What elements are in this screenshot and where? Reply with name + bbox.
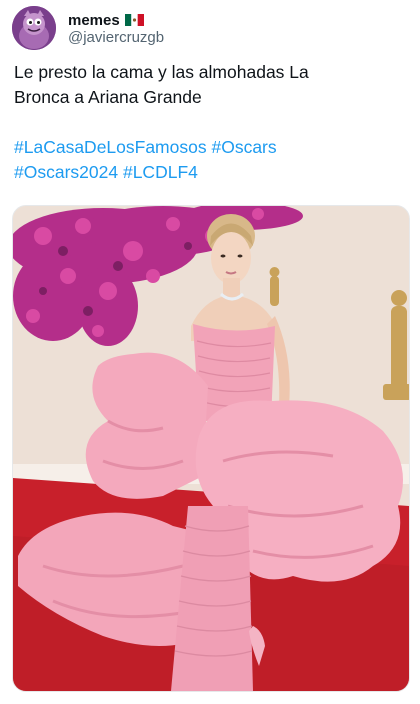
cartoon-avatar-icon [12,6,56,50]
tweet-text-line: Le presto la cama y las almohadas La [14,62,309,82]
tweet-text: Le presto la cama y las almohadas La Bro… [14,60,410,185]
author-name[interactable]: memes [68,12,120,29]
avatar[interactable] [12,6,56,50]
hashtag-line: #Oscars2024 #LCDLF4 [14,160,410,185]
tweet-media-photo[interactable] [12,205,410,692]
pink-gown-photo [13,206,409,691]
hashtag-line: #LaCasaDeLosFamosos #Oscars [14,135,410,160]
hashtag-link[interactable]: #Oscars [211,137,276,157]
author-name-row: memes [68,10,144,30]
mexico-flag-icon [124,14,144,26]
hashtag-link[interactable]: #LaCasaDeLosFamosos [14,137,207,157]
hashtag-link[interactable]: #LCDLF4 [123,162,198,182]
author-handle[interactable]: @javiercruzgb [68,29,164,46]
hashtag-link[interactable]: #Oscars2024 [14,162,118,182]
tweet-text-line: Bronca a Ariana Grande [14,87,202,107]
